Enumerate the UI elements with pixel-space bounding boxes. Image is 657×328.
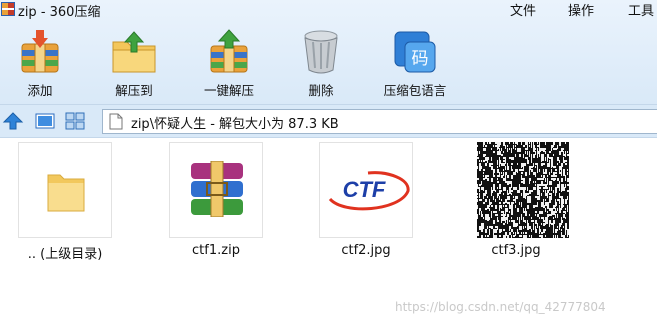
file-item-parent-folder[interactable]: .. (上级目录) <box>10 142 120 272</box>
archive-language-label: 压缩包语言 <box>383 83 447 98</box>
winrar-archive-icon <box>191 161 243 217</box>
one-click-extract-icon <box>210 29 248 73</box>
file-thumbnail <box>18 142 112 238</box>
file-item-ctf2-jpg[interactable]: CTF ctf2.jpg <box>311 142 421 272</box>
language-code-icon: 码 <box>394 31 436 73</box>
file-name: ctf2.jpg <box>341 243 391 258</box>
file-thumbnail: CTF <box>319 142 413 238</box>
navigation-bar: zip\怀疑人生 - 解包大小为 87.3 KB <box>0 104 657 138</box>
file-name: ctf1.zip <box>192 243 240 258</box>
file-thumbnail <box>169 142 263 238</box>
add-to-archive-icon <box>21 30 59 73</box>
menu-file[interactable]: 文件 <box>510 0 536 19</box>
add-button[interactable]: 添加 <box>16 28 64 100</box>
view-grid-icon[interactable] <box>64 111 86 131</box>
file-thumbnail <box>469 142 569 238</box>
title-bar: zip - 360压缩 文件 操作 工具 <box>0 0 657 20</box>
one-click-extract-button[interactable]: 一键解压 <box>194 28 264 100</box>
up-arrow-icon[interactable] <box>2 111 24 131</box>
add-button-label: 添加 <box>27 83 53 98</box>
ctf-logo-text: CTF <box>343 177 386 202</box>
archive-language-button[interactable]: 码 压缩包语言 <box>376 28 454 100</box>
file-name: .. (上级目录) <box>27 247 103 262</box>
document-icon <box>109 113 123 130</box>
file-item-ctf3-jpg[interactable]: ctf3.jpg <box>461 142 571 272</box>
trash-bin-icon <box>304 30 338 74</box>
file-name: ctf3.jpg <box>491 243 541 258</box>
menu-tools[interactable]: 工具 <box>628 0 654 19</box>
ctf-logo-thumbnail: CTF <box>328 171 410 211</box>
delete-button[interactable]: 删除 <box>296 28 346 100</box>
file-item-ctf1-zip[interactable]: ctf1.zip <box>161 142 271 272</box>
menu-operation[interactable]: 操作 <box>568 0 594 19</box>
delete-label: 删除 <box>308 83 334 98</box>
header: zip - 360压缩 文件 操作 工具 添加 解压到 一键解压 删除 码 压缩… <box>0 0 657 104</box>
address-bar[interactable]: zip\怀疑人生 - 解包大小为 87.3 KB <box>102 109 657 134</box>
window-title: zip - 360压缩 <box>18 5 101 20</box>
watermark: https://blog.csdn.net/qq_42777804 <box>395 300 606 314</box>
address-path: zip\怀疑人生 - 解包大小为 87.3 KB <box>131 117 339 132</box>
language-icon-glyph: 码 <box>412 49 429 69</box>
extract-to-label: 解压到 <box>115 83 153 98</box>
folder-icon <box>47 174 85 212</box>
desktop-icon[interactable] <box>34 111 56 131</box>
folder-extract-icon <box>112 31 156 73</box>
one-click-extract-label: 一键解压 <box>203 83 254 98</box>
app-logo-icon <box>1 2 15 16</box>
noise-image-thumbnail <box>477 142 569 238</box>
extract-to-button[interactable]: 解压到 <box>106 28 162 100</box>
